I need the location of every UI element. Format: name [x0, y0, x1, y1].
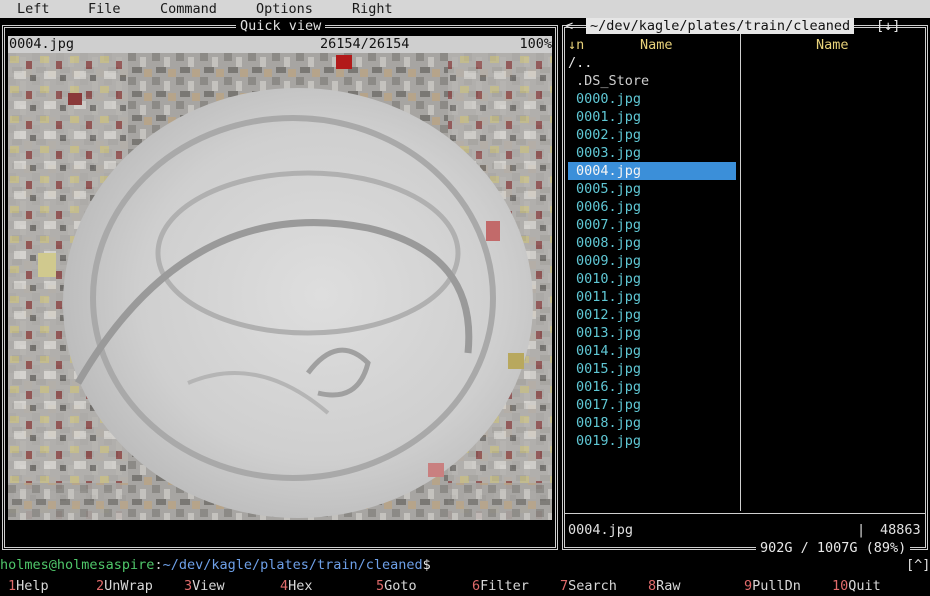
sort-indicator[interactable]: ↓n [568, 36, 584, 54]
menu-file[interactable]: File [88, 0, 121, 18]
quickview-percent: 100% [519, 36, 552, 52]
key-unwrap[interactable]: 2UnWrap [96, 576, 153, 596]
panel-corner-left: < [565, 18, 574, 34]
status-size: 48863 [880, 522, 921, 538]
key-quit[interactable]: 10Quit [832, 576, 881, 596]
image-preview [8, 53, 552, 520]
list-item[interactable]: 0004.jpg [568, 162, 736, 180]
prompt-path: ~/dev/kagle/plates/train/cleaned [162, 557, 423, 573]
list-item[interactable]: 0010.jpg [568, 270, 736, 288]
key-hex[interactable]: 4Hex [280, 576, 313, 596]
column-header-name[interactable]: Name [640, 36, 673, 54]
menu-command[interactable]: Command [160, 0, 217, 18]
list-item[interactable]: 0017.jpg [568, 396, 736, 414]
menu-bar: Left File Command Options Right [0, 0, 930, 18]
key-view[interactable]: 3View [184, 576, 225, 596]
list-item[interactable]: 0005.jpg [568, 180, 736, 198]
command-line[interactable]: holmes@holmesaspire:~/dev/kagle/plates/t… [0, 556, 431, 574]
list-item[interactable]: 0015.jpg [568, 360, 736, 378]
panel-path[interactable]: ~/dev/kagle/plates/train/cleaned [586, 18, 855, 34]
column-divider [740, 34, 741, 511]
key-raw[interactable]: 8Raw [648, 576, 681, 596]
list-item[interactable]: /.. [568, 54, 736, 72]
disk-usage: 902G / 1007G (89%) [756, 540, 911, 556]
prompt-separator: : [154, 557, 163, 573]
list-item[interactable]: 0003.jpg [568, 144, 736, 162]
list-item[interactable]: 0014.jpg [568, 342, 736, 360]
key-help[interactable]: 1Help [8, 576, 49, 596]
menu-left[interactable]: Left [17, 0, 50, 18]
list-item[interactable]: 0001.jpg [568, 108, 736, 126]
list-item[interactable]: .DS_Store [568, 72, 736, 90]
scroll-indicator[interactable]: [^] [906, 556, 930, 574]
key-goto[interactable]: 5Goto [376, 576, 417, 596]
list-item[interactable]: 0007.jpg [568, 216, 736, 234]
quickview-filename: 0004.jpg [9, 36, 75, 52]
list-item[interactable]: 0008.jpg [568, 234, 736, 252]
list-item[interactable]: 0016.jpg [568, 378, 736, 396]
list-item[interactable]: 0012.jpg [568, 306, 736, 324]
list-item[interactable]: 0002.jpg [568, 126, 736, 144]
quickview-title: Quick view [236, 18, 326, 34]
key-search[interactable]: 7Search [560, 576, 617, 596]
menu-right[interactable]: Right [352, 0, 393, 18]
list-item[interactable]: 0019.jpg [568, 432, 736, 450]
status-divider [565, 513, 925, 514]
list-item[interactable]: 0018.jpg [568, 414, 736, 432]
quickview-info-bar: 0004.jpg 26154/26154 100% [8, 36, 552, 53]
list-item[interactable]: 0000.jpg [568, 90, 736, 108]
prompt-user-host: holmes@holmesaspire [0, 557, 155, 573]
key-pulldn[interactable]: 9PullDn [744, 576, 801, 596]
column-header-name-2[interactable]: Name [816, 36, 849, 54]
history-button[interactable]: [↓] [876, 17, 900, 35]
menu-options[interactable]: Options [256, 0, 313, 18]
function-key-bar: 1Help 2UnWrap 3View 4Hex 5Goto 6Filter 7… [0, 576, 930, 596]
list-item[interactable]: 0011.jpg [568, 288, 736, 306]
list-item[interactable]: 0013.jpg [568, 324, 736, 342]
status-divider-bar: | [857, 522, 866, 538]
plate-image [8, 53, 552, 520]
list-item[interactable]: 0009.jpg [568, 252, 736, 270]
list-item[interactable]: 0006.jpg [568, 198, 736, 216]
prompt-symbol: $ [422, 557, 431, 573]
status-filename: 0004.jpg [568, 522, 634, 538]
key-filter[interactable]: 6Filter [472, 576, 529, 596]
quickview-position: 26154/26154 [320, 36, 410, 52]
